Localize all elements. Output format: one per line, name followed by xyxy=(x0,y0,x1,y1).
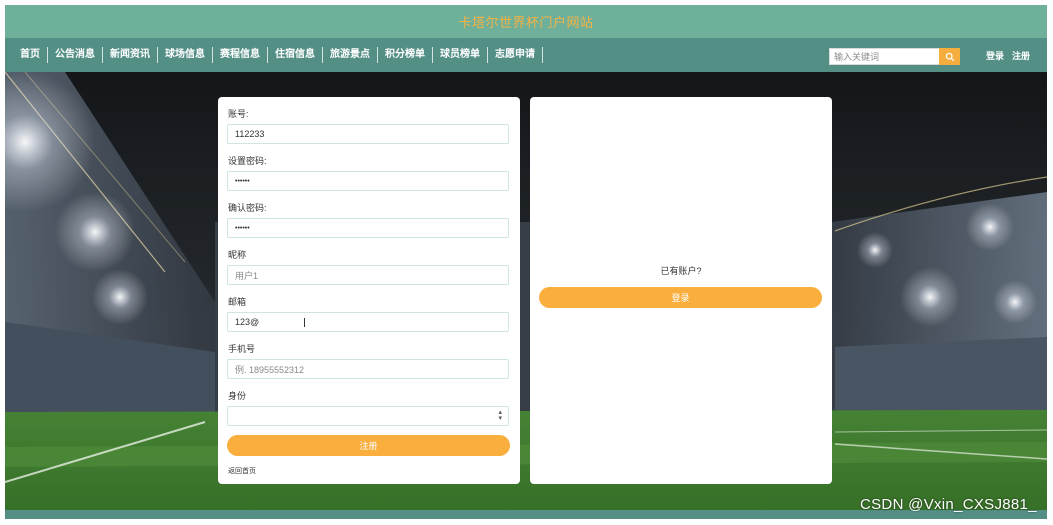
search-input[interactable] xyxy=(829,48,939,65)
nav-item-attractions[interactable]: 旅游景点 xyxy=(323,47,378,63)
stadium-image xyxy=(5,72,1047,519)
password-value: •••••• xyxy=(235,177,250,185)
email-value: 123@ xyxy=(235,317,260,327)
account-input[interactable]: 112233 xyxy=(227,124,509,144)
email-input[interactable]: 123@ xyxy=(227,312,509,332)
nav-item-news[interactable]: 新闻资讯 xyxy=(103,47,158,63)
password-label: 设置密码: xyxy=(228,156,267,166)
account-label: 账号: xyxy=(228,109,249,119)
phone-label: 手机号 xyxy=(228,344,256,354)
register-link[interactable]: 注册 xyxy=(1012,49,1030,62)
nav-item-announcements[interactable]: 公告消息 xyxy=(48,47,103,63)
email-label: 邮箱 xyxy=(228,297,247,307)
login-link[interactable]: 登录 xyxy=(986,49,1004,62)
text-cursor xyxy=(304,318,305,327)
watermark: CSDN @Vxin_CXSJ881_ xyxy=(860,496,1037,513)
confirm-password-label: 确认密码: xyxy=(228,203,267,213)
nav-item-home[interactable]: 首页 xyxy=(13,47,48,63)
phone-input[interactable]: 例. 18955552312 xyxy=(227,359,509,379)
auth-links: 登录 注册 xyxy=(986,49,1030,62)
phone-placeholder: 例. 18955552312 xyxy=(235,364,305,375)
site-title: 卡塔尔世界杯门户网站 xyxy=(458,15,594,30)
search-icon xyxy=(945,52,954,61)
site-header: 卡塔尔世界杯门户网站 xyxy=(5,5,1047,38)
register-button[interactable]: 注册 xyxy=(227,435,510,456)
register-form-card: 账号: 112233 设置密码: •••••• 确认密码: •••••• 昵称 … xyxy=(218,97,520,484)
search-button[interactable] xyxy=(939,48,960,65)
nickname-label: 昵称 xyxy=(228,250,247,260)
stadium-background: 账号: 112233 设置密码: •••••• 确认密码: •••••• 昵称 … xyxy=(5,72,1047,519)
password-input[interactable]: •••••• xyxy=(227,171,509,191)
role-label: 身份 xyxy=(228,391,247,401)
browser-viewport: 卡塔尔世界杯门户网站 首页 公告消息 新闻资讯 球场信息 赛程信息 住宿信息 旅… xyxy=(5,5,1047,519)
confirm-password-input[interactable]: •••••• xyxy=(227,218,509,238)
nav-item-schedule[interactable]: 赛程信息 xyxy=(213,47,268,63)
nav-item-player-rankings[interactable]: 球员榜单 xyxy=(433,47,488,63)
account-value: 112233 xyxy=(235,129,265,139)
nickname-placeholder: 用户1 xyxy=(235,270,259,281)
confirm-password-value: •••••• xyxy=(235,224,250,232)
nav-item-stadiums[interactable]: 球场信息 xyxy=(158,47,213,63)
nav-bar: 首页 公告消息 新闻资讯 球场信息 赛程信息 住宿信息 旅游景点 积分榜单 球员… xyxy=(5,38,1047,72)
nickname-input[interactable]: 用户1 xyxy=(227,265,509,285)
role-select[interactable]: ▴ ▾ xyxy=(227,406,509,426)
login-prompt-card: 已有账户? 登录 xyxy=(530,97,832,484)
have-account-text: 已有账户? xyxy=(660,266,702,276)
nav-item-lodging[interactable]: 住宿信息 xyxy=(268,47,323,63)
nav-menu: 首页 公告消息 新闻资讯 球场信息 赛程信息 住宿信息 旅游景点 积分榜单 球员… xyxy=(13,38,543,72)
back-home-link[interactable]: 返回首页 xyxy=(228,466,256,476)
nav-item-standings[interactable]: 积分榜单 xyxy=(378,47,433,63)
search-bar xyxy=(829,48,960,65)
select-arrows-icon: ▴ ▾ xyxy=(498,409,502,422)
login-button[interactable]: 登录 xyxy=(539,287,822,308)
nav-item-volunteer[interactable]: 志愿申请 xyxy=(488,47,543,63)
